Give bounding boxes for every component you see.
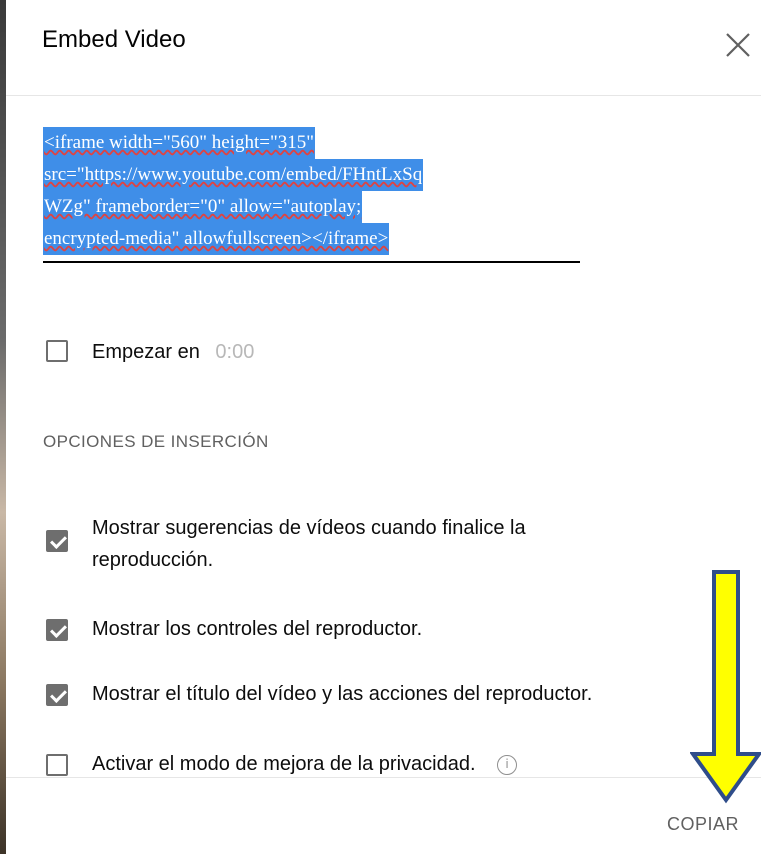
suggestions-label-line1: Mostrar sugerencias de vídeos cuando fin… (92, 517, 526, 539)
copy-button[interactable]: COPIAR (667, 814, 739, 835)
title-checkbox[interactable] (46, 684, 68, 706)
embed-code-textarea[interactable]: <iframe width="560" height="315" src="ht… (43, 127, 580, 263)
dialog-title: Embed Video (42, 26, 186, 53)
embed-code-line: WZg" frameborder="0" allow="autoplay; (43, 191, 363, 223)
title-label: Mostrar el título del vídeo y las accion… (92, 683, 593, 705)
option-row-controls: Mostrar los controles del reproductor. (46, 618, 422, 645)
start-at-label: Empezar en (92, 341, 200, 363)
info-icon[interactable]: i (497, 754, 518, 775)
dialog-header: Embed Video (6, 0, 761, 96)
footer-area (6, 778, 761, 854)
option-row-suggestions: Mostrar sugerencias de vídeos cuando fin… (46, 517, 526, 576)
footer-divider (6, 777, 761, 778)
start-at-row: Empezar en 0:00 (46, 340, 254, 368)
privacy-label: Activar el modo de mejora de la privacid… (92, 753, 476, 775)
start-at-checkbox[interactable] (46, 340, 68, 362)
annotation-arrow-icon (690, 570, 761, 804)
suggestions-checkbox[interactable] (46, 530, 68, 552)
suggestions-label-line2: reproducción. (92, 549, 214, 571)
embed-code-line: <iframe width="560" height="315" (43, 127, 316, 159)
start-at-time-input[interactable]: 0:00 (215, 341, 254, 363)
controls-checkbox[interactable] (46, 619, 68, 641)
controls-label: Mostrar los controles del reproductor. (92, 618, 423, 640)
privacy-checkbox[interactable] (46, 754, 68, 776)
embed-options-title: OPCIONES DE INSERCIÓN (43, 432, 269, 451)
option-row-title: Mostrar el título del vídeo y las accion… (46, 683, 592, 710)
embed-code-line: src="https://www.youtube.com/embed/FHntL… (43, 159, 424, 191)
embed-code-line: encrypted-media" allowfullscreen></ifram… (43, 223, 390, 255)
background-edge (0, 0, 6, 854)
close-icon[interactable] (721, 26, 757, 62)
